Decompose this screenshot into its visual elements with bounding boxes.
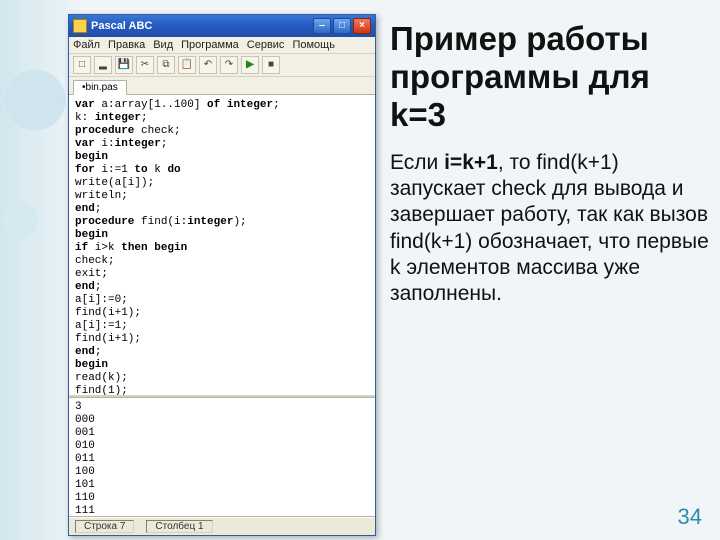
heading-line-3: k=3 bbox=[390, 96, 446, 133]
window-title: Pascal ABC bbox=[91, 20, 313, 32]
code-line: procedure find(i:integer); bbox=[75, 216, 369, 229]
redo-icon[interactable]: ↷ bbox=[220, 56, 238, 74]
window-buttons: ‒ □ × bbox=[313, 18, 371, 34]
menu-item-4[interactable]: Сервис bbox=[247, 39, 285, 51]
menu-item-3[interactable]: Программа bbox=[181, 39, 239, 51]
cut-icon[interactable]: ✂ bbox=[136, 56, 154, 74]
heading-line-1: Пример работы bbox=[390, 20, 649, 57]
minimize-button[interactable]: ‒ bbox=[313, 18, 331, 34]
stop-icon[interactable]: ■ bbox=[262, 56, 280, 74]
app-icon bbox=[73, 19, 87, 33]
menubar: Файл Правка Вид Программа Сервис Помощь bbox=[69, 37, 375, 54]
code-line: end; bbox=[75, 346, 369, 359]
code-line: find(i+1); bbox=[75, 307, 369, 320]
code-line: k: integer; bbox=[75, 112, 369, 125]
menu-item-0[interactable]: Файл bbox=[73, 39, 100, 51]
status-bar: Строка 7 Столбец 1 bbox=[69, 517, 375, 535]
titlebar[interactable]: Pascal ABC ‒ □ × bbox=[69, 15, 375, 37]
undo-icon[interactable]: ↶ bbox=[199, 56, 217, 74]
code-line: write(a[i]); bbox=[75, 177, 369, 190]
code-line: a[i]:=0; bbox=[75, 294, 369, 307]
code-line: end; bbox=[75, 281, 369, 294]
code-line: writeln; bbox=[75, 190, 369, 203]
menu-item-1[interactable]: Правка bbox=[108, 39, 145, 51]
paste-icon[interactable]: 📋 bbox=[178, 56, 196, 74]
tab-file[interactable]: •bin.pas bbox=[73, 80, 127, 95]
close-button[interactable]: × bbox=[353, 18, 371, 34]
code-line: for i:=1 to k do bbox=[75, 164, 369, 177]
output-panel[interactable]: 3 000 001 010 011 100 101 110 111 bbox=[69, 397, 375, 517]
page-number: 34 bbox=[678, 504, 702, 530]
code-line: read(k); bbox=[75, 372, 369, 385]
copy-icon[interactable]: ⧉ bbox=[157, 56, 175, 74]
slide-paragraph: Если i=k+1, то find(k+1) запускает check… bbox=[390, 150, 710, 308]
code-line: begin bbox=[75, 151, 369, 164]
code-line: var a:array[1..100] of integer; bbox=[75, 99, 369, 112]
run-icon[interactable]: ▶ bbox=[241, 56, 259, 74]
para-pre: Если bbox=[390, 151, 444, 174]
maximize-button[interactable]: □ bbox=[333, 18, 351, 34]
menu-item-5[interactable]: Помощь bbox=[292, 39, 335, 51]
tab-bar: •bin.pas bbox=[69, 77, 375, 95]
pascal-abc-window: Pascal ABC ‒ □ × Файл Правка Вид Программа С… bbox=[68, 14, 376, 536]
save-icon[interactable]: 💾 bbox=[115, 56, 133, 74]
para-bold: i=k+1 bbox=[444, 151, 498, 174]
code-line: if i>k then begin bbox=[75, 242, 369, 255]
code-line: end; bbox=[75, 203, 369, 216]
status-line: Строка 7 bbox=[75, 520, 134, 533]
new-icon[interactable]: □ bbox=[73, 56, 91, 74]
code-line: exit; bbox=[75, 268, 369, 281]
code-editor[interactable]: var a:array[1..100] of integer; k: integ… bbox=[69, 95, 375, 397]
toolbar: □▂💾✂⧉📋↶↷▶■ bbox=[69, 54, 375, 77]
code-line: find(1); bbox=[75, 385, 369, 397]
code-line: begin bbox=[75, 359, 369, 372]
status-col: Столбец 1 bbox=[146, 520, 212, 533]
slide-text: Пример работы программы для k=3 Если i=k… bbox=[390, 20, 710, 307]
code-line: check; bbox=[75, 255, 369, 268]
heading-line-2: программы для bbox=[390, 58, 650, 95]
slide-heading: Пример работы программы для k=3 bbox=[390, 20, 710, 134]
open-icon[interactable]: ▂ bbox=[94, 56, 112, 74]
code-line: find(i+1); bbox=[75, 333, 369, 346]
code-line: a[i]:=1; bbox=[75, 320, 369, 333]
code-line: var i:integer; bbox=[75, 138, 369, 151]
code-line: procedure check; bbox=[75, 125, 369, 138]
menu-item-2[interactable]: Вид bbox=[153, 39, 173, 51]
code-line: begin bbox=[75, 229, 369, 242]
